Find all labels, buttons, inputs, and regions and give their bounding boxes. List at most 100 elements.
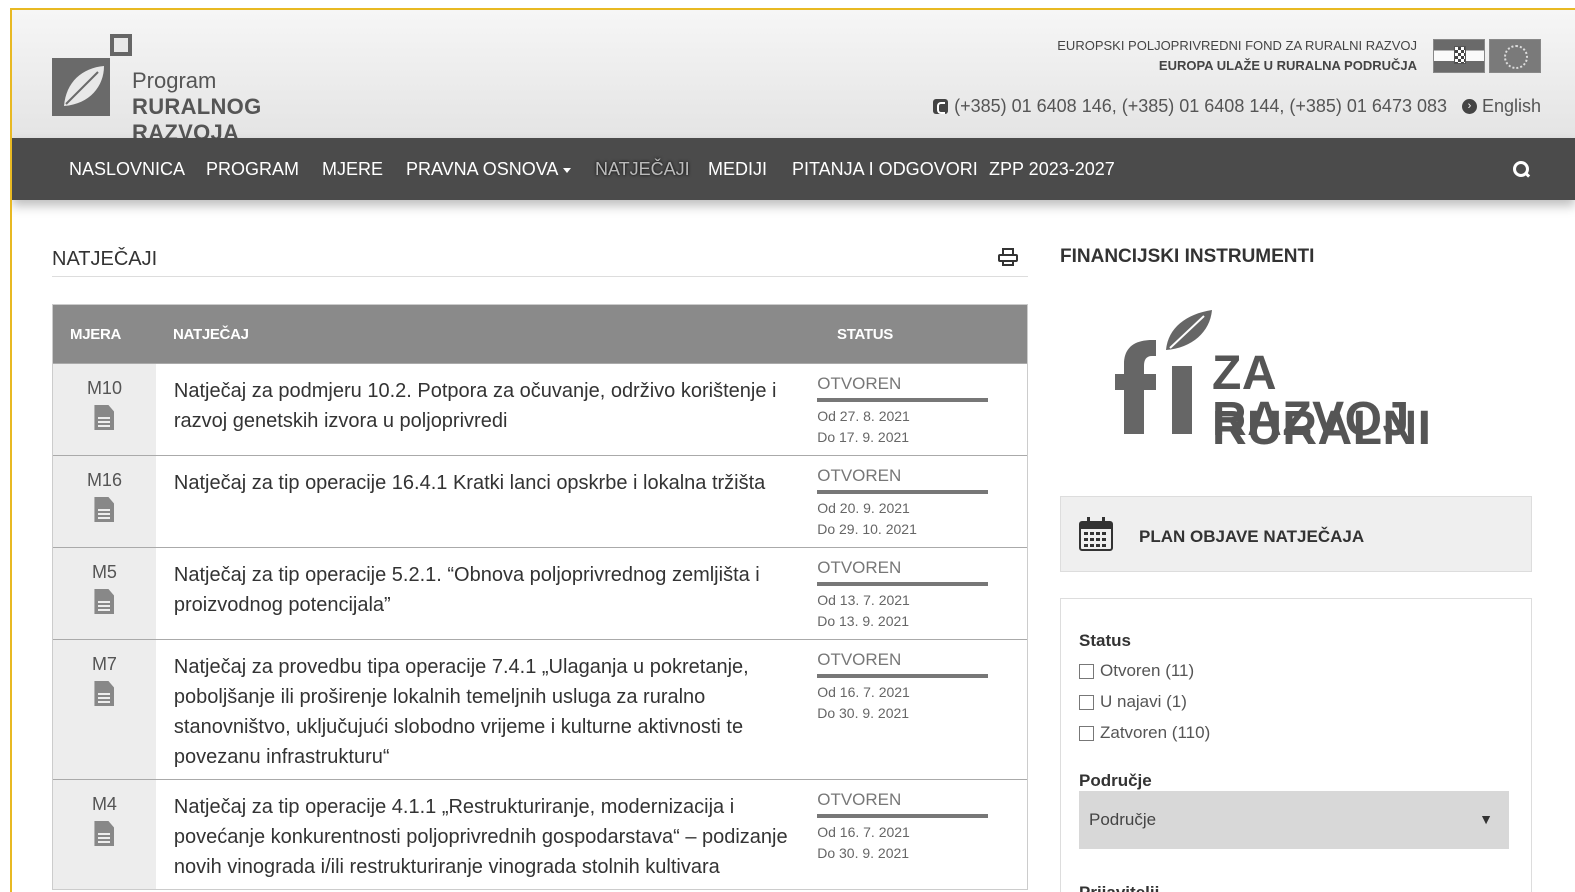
status-filter-heading: Status: [1079, 631, 1131, 650]
date-to: Do 30. 9. 2021: [817, 705, 910, 721]
eu-flag-icon: [1489, 39, 1541, 73]
nav-item-naslovnica[interactable]: NASLOVNICA: [69, 138, 185, 200]
logo-line-1: Program: [132, 68, 217, 93]
tender-title-link[interactable]: Natječaj za tip operacije 4.1.1 „Restruk…: [156, 780, 817, 889]
fi-logo[interactable]: ZA RURALNI RAZVOJ: [1112, 304, 1492, 455]
checkbox[interactable]: [1079, 694, 1094, 710]
date-to: Do 13. 9. 2021: [817, 613, 910, 629]
measure-code: M5: [91, 562, 117, 582]
croatia-flag-icon: [1433, 39, 1485, 73]
phone-numbers: (+385) 01 6408 146, (+385) 01 6408 144, …: [954, 96, 1447, 116]
checkbox-label: U najavi (1): [1100, 692, 1187, 711]
status-badge: OTVOREN: [817, 558, 989, 586]
checkbox[interactable]: [1079, 663, 1094, 679]
measure-cell: M4: [53, 780, 156, 889]
status-badge: OTVOREN: [817, 466, 989, 494]
table-header: MJERA NATJEČAJ STATUS: [53, 305, 1027, 363]
status-cell: OTVOREN Od 16. 7. 2021 Do 30. 9. 2021: [817, 640, 1027, 779]
plan-announcement-button[interactable]: PLAN OBJAVE NATJEČAJA: [1060, 496, 1532, 572]
table-row[interactable]: M16 Natječaj za tip operacije 16.4.1 Kra…: [53, 455, 1027, 547]
nav-item-pravna-osnova[interactable]: PRAVNA OSNOVA: [406, 138, 572, 200]
main-navigation: NASLOVNICA PROGRAM MJERE PRAVNA OSNOVA N…: [12, 138, 1575, 200]
document-icon: [94, 681, 115, 706]
table-row[interactable]: M5 Natječaj za tip operacije 5.2.1. “Obn…: [53, 547, 1027, 639]
filter-panel: Status Otvoren (11) U najavi (1) Zatvore…: [1060, 598, 1532, 892]
contact-phones: (+385) 01 6408 146, (+385) 01 6408 144, …: [933, 96, 1447, 117]
nav-item-mediji[interactable]: MEDIJI: [708, 138, 767, 200]
date-to: Do 30. 9. 2021: [817, 845, 910, 861]
date-from: Od 16. 7. 2021: [817, 824, 910, 840]
measure-code: M7: [91, 654, 117, 674]
date-from: Od 27. 8. 2021: [817, 408, 910, 424]
print-icon[interactable]: [998, 248, 1018, 266]
date-from: Od 20. 9. 2021: [817, 500, 910, 516]
table-row[interactable]: M7 Natječaj za provedbu tipa operacije 7…: [53, 639, 1027, 779]
fi-logo-line-2: RAZVOJ: [1212, 393, 1410, 446]
status-cell: OTVOREN Od 16. 7. 2021 Do 30. 9. 2021: [817, 780, 1027, 889]
status-cell: OTVOREN Od 13. 7. 2021 Do 13. 9. 2021: [817, 548, 1027, 639]
column-header-measure: MJERA: [70, 326, 122, 343]
eu-slogan-text: EUROPA ULAŽE U RURALNA PODRUČJA: [1158, 58, 1417, 73]
status-badge: OTVOREN: [817, 790, 989, 818]
column-header-status: STATUS: [837, 326, 893, 343]
site-logo[interactable]: Program RURALNOG RAZVOJA: [52, 34, 372, 145]
measure-code: M4: [91, 794, 117, 814]
column-header-tender: NATJEČAJ: [173, 326, 249, 343]
checkbox-label: Otvoren (11): [1100, 661, 1195, 680]
nav-item-mjere[interactable]: MJERE: [322, 138, 383, 200]
filter-status-u-najavi[interactable]: U najavi (1): [1079, 692, 1187, 712]
phone-icon: [933, 99, 949, 114]
sidebar-title: FINANCIJSKI INSTRUMENTI: [1060, 246, 1315, 267]
language-switch[interactable]: › English: [1461, 96, 1541, 117]
tender-title-link[interactable]: Natječaj za tip operacije 5.2.1. “Obnova…: [156, 548, 817, 639]
leaf-logo-icon: [52, 34, 132, 116]
site-header: Program RURALNOG RAZVOJA EUROPSKI POLJOP…: [12, 10, 1575, 145]
tender-title-link[interactable]: Natječaj za podmjeru 10.2. Potpora za oč…: [156, 364, 817, 455]
fi-leaf-icon: [1115, 310, 1212, 434]
date-from: Od 16. 7. 2021: [817, 684, 910, 700]
status-cell: OTVOREN Od 20. 9. 2021 Do 29. 10. 2021: [817, 456, 1027, 547]
arrow-circle-right-icon: ›: [1461, 99, 1477, 114]
area-select[interactable]: Područje ▼: [1079, 791, 1509, 849]
title-divider: [52, 276, 1028, 277]
tender-title-link[interactable]: Natječaj za provedbu tipa operacije 7.4.…: [156, 640, 817, 779]
calendar-icon: [1079, 517, 1113, 551]
date-from: Od 13. 7. 2021: [817, 592, 910, 608]
table-row[interactable]: M10 Natječaj za podmjeru 10.2. Potpora z…: [53, 363, 1027, 455]
caret-down-icon: [563, 167, 572, 173]
measure-code: M10: [86, 378, 122, 398]
nav-item-zpp[interactable]: ZPP 2023-2027: [989, 138, 1115, 200]
nav-item-natjecaji[interactable]: NATJEČAJI: [595, 138, 690, 200]
measure-code: M16: [86, 470, 122, 490]
status-cell: OTVOREN Od 27. 8. 2021 Do 17. 9. 2021: [817, 364, 1027, 455]
measure-cell: M5: [53, 548, 156, 639]
date-to: Do 17. 9. 2021: [817, 429, 910, 445]
measure-cell: M16: [53, 456, 156, 547]
checkbox[interactable]: [1079, 725, 1094, 741]
nav-item-pravna-osnova-label: PRAVNA OSNOVA: [406, 159, 559, 179]
nav-item-program[interactable]: PROGRAM: [206, 138, 299, 200]
document-icon: [94, 821, 115, 846]
document-icon: [94, 589, 115, 614]
area-filter-heading: Područje: [1079, 771, 1152, 790]
measure-cell: M10: [53, 364, 156, 455]
page-title: NATJEČAJI: [52, 248, 158, 270]
filter-status-zatvoren[interactable]: Zatvoren (110): [1079, 723, 1210, 743]
document-icon: [94, 497, 115, 522]
eu-fund-text: EUROPSKI POLJOPRIVREDNI FOND ZA RURALNI …: [1057, 38, 1417, 53]
status-badge: OTVOREN: [817, 374, 989, 402]
tender-title-link[interactable]: Natječaj za tip operacije 16.4.1 Kratki …: [156, 456, 817, 547]
search-icon[interactable]: [1513, 161, 1529, 177]
checkbox-label: Zatvoren (110): [1100, 723, 1211, 742]
date-to: Do 29. 10. 2021: [817, 521, 917, 537]
nav-item-pitanja[interactable]: PITANJA I ODGOVORI: [792, 138, 978, 200]
table-row[interactable]: M4 Natječaj za tip operacije 4.1.1 „Rest…: [53, 779, 1027, 889]
tenders-table: MJERA NATJEČAJ STATUS M10 Natječaj za po…: [52, 304, 1028, 890]
measure-cell: M7: [53, 640, 156, 779]
applicants-filter-heading: Prijavitelji: [1079, 883, 1159, 892]
area-select-value: Područje: [1089, 810, 1157, 829]
filter-status-otvoren[interactable]: Otvoren (11): [1079, 661, 1194, 681]
plan-label: PLAN OBJAVE NATJEČAJA: [1139, 527, 1365, 546]
status-badge: OTVOREN: [817, 650, 989, 678]
browser-frame: Program RURALNOG RAZVOJA EUROPSKI POLJOP…: [10, 8, 1575, 892]
